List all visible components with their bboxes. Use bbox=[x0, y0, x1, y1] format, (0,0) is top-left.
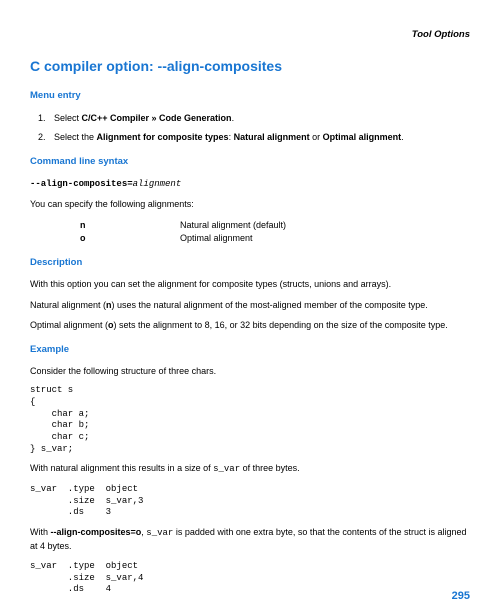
section-example: Example bbox=[30, 343, 470, 357]
example-intro: Consider the following structure of thre… bbox=[30, 365, 470, 379]
alignment-row: n Natural alignment (default) bbox=[80, 219, 470, 233]
section-menu-entry: Menu entry bbox=[30, 89, 470, 103]
page-number: 295 bbox=[452, 588, 470, 605]
desc-p2: Natural alignment (n) uses the natural a… bbox=[30, 299, 470, 313]
desc-p1: With this option you can set the alignme… bbox=[30, 278, 470, 292]
code-struct: struct s { char a; char b; char c; } s_v… bbox=[30, 385, 470, 455]
section-description: Description bbox=[30, 256, 470, 270]
desc-p3: Optimal alignment (o) sets the alignment… bbox=[30, 319, 470, 333]
menu-step-1: Select C/C++ Compiler » Code Generation. bbox=[48, 112, 470, 126]
code-natural-output: s_var .type object .size s_var,3 .ds 3 bbox=[30, 484, 470, 519]
example-optimal: With --align-composites=o, s_var is padd… bbox=[30, 526, 470, 554]
cmdline-option: --align-composites=alignment bbox=[30, 177, 470, 192]
alignment-row: o Optimal alignment bbox=[80, 232, 470, 246]
section-cmdline-syntax: Command line syntax bbox=[30, 155, 470, 169]
alignment-table: n Natural alignment (default) o Optimal … bbox=[80, 219, 470, 246]
menu-step-2: Select the Alignment for composite types… bbox=[48, 131, 470, 145]
example-natural: With natural alignment this results in a… bbox=[30, 462, 470, 477]
menu-steps-list: Select C/C++ Compiler » Code Generation.… bbox=[48, 112, 470, 145]
code-optimal-output: s_var .type object .size s_var,4 .ds 4 bbox=[30, 561, 470, 596]
page-title: C compiler option: --align-composites bbox=[30, 56, 470, 77]
cmdline-intro: You can specify the following alignments… bbox=[30, 198, 470, 212]
page-header: Tool Options bbox=[30, 28, 470, 42]
